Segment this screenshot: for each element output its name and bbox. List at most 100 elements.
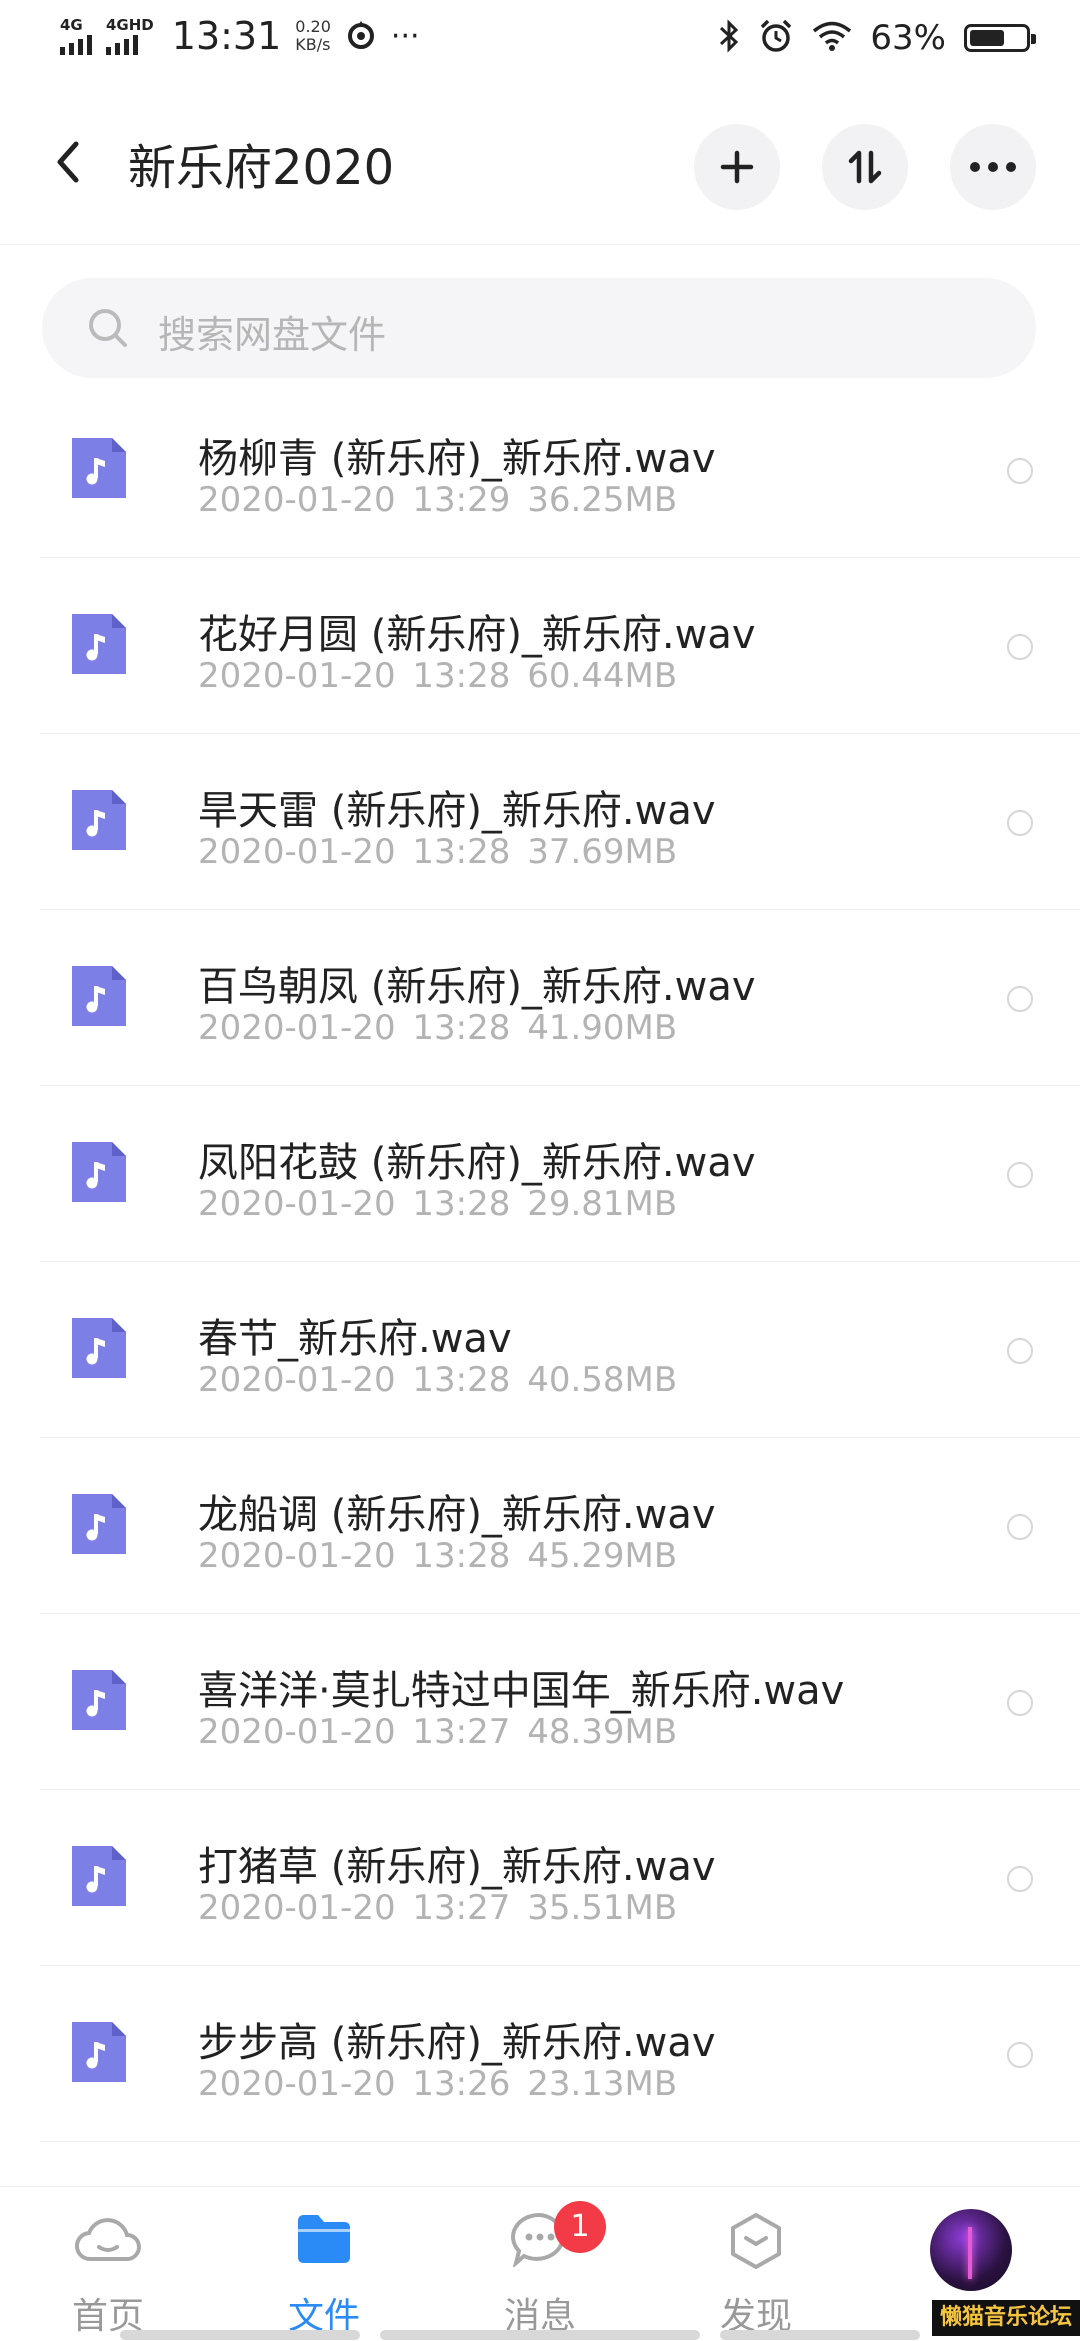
signal-bars-icon xyxy=(106,33,138,55)
file-date: 2020-01-20 xyxy=(198,832,396,872)
add-button[interactable] xyxy=(694,124,780,210)
file-size: 48.39MB xyxy=(527,1712,678,1752)
file-date: 2020-01-20 xyxy=(198,1712,396,1752)
signal-bars-icon xyxy=(60,33,92,55)
file-meta: 2020-01-20 13:28 41.90MB xyxy=(198,1008,677,1048)
select-radio[interactable] xyxy=(1007,458,1033,484)
tab-home[interactable]: 首页 xyxy=(18,2187,198,2341)
music-file-icon xyxy=(72,1318,126,1378)
file-date: 2020-01-20 xyxy=(198,1008,396,1048)
file-row[interactable]: 凤阳花鼓 (新乐府)_新乐府.wav 2020-01-20 13:28 29.81… xyxy=(0,1086,1080,1262)
file-list: 杨柳青 (新乐府)_新乐府.wav 2020-01-20 13:29 36.25M… xyxy=(0,382,1080,2142)
search-input[interactable]: 搜索网盘文件 xyxy=(42,278,1036,378)
file-size: 36.25MB xyxy=(527,480,678,520)
file-name: 花好月圆 (新乐府)_新乐府.wav xyxy=(198,612,756,658)
select-radio[interactable] xyxy=(1007,2042,1033,2068)
select-radio[interactable] xyxy=(1007,634,1033,660)
file-meta: 2020-01-20 13:26 23.13MB xyxy=(198,2064,677,2104)
file-row[interactable]: 花好月圆 (新乐府)_新乐府.wav 2020-01-20 13:28 60.44… xyxy=(0,558,1080,734)
battery-icon xyxy=(964,24,1036,52)
file-date: 2020-01-20 xyxy=(198,1360,396,1400)
chat-bubble-icon: 1 xyxy=(510,2201,606,2271)
file-date: 2020-01-20 xyxy=(198,656,396,696)
file-name: 喜洋洋·莫扎特过中国年_新乐府.wav xyxy=(198,1668,845,1714)
file-time: 13:27 xyxy=(412,1888,511,1928)
file-size: 41.90MB xyxy=(527,1008,678,1048)
unread-badge: 1 xyxy=(554,2201,606,2253)
tab-files[interactable]: 文件 xyxy=(234,2187,414,2341)
back-button[interactable] xyxy=(48,132,98,192)
select-radio[interactable] xyxy=(1007,1338,1033,1364)
signal-sim1: 4G xyxy=(60,15,92,55)
file-row[interactable]: 春节_新乐府.wav 2020-01-20 13:28 40.58MB xyxy=(0,1262,1080,1438)
chevron-left-icon xyxy=(57,141,79,183)
music-file-icon xyxy=(72,966,126,1026)
discover-icon xyxy=(726,2211,786,2275)
file-size: 60.44MB xyxy=(527,656,678,696)
file-name: 打猪草 (新乐府)_新乐府.wav xyxy=(198,1844,716,1890)
select-radio[interactable] xyxy=(1007,1690,1033,1716)
plus-icon xyxy=(720,150,754,184)
bottom-nav: 首页 文件 1 消息 发现 xyxy=(0,2186,1080,2341)
file-meta: 2020-01-20 13:27 35.51MB xyxy=(198,1888,677,1928)
music-file-icon xyxy=(72,438,126,498)
music-file-icon xyxy=(72,1494,126,1554)
app-notification-icon xyxy=(345,18,377,54)
clock: 13:31 xyxy=(171,14,282,58)
tab-messages[interactable]: 1 消息 xyxy=(450,2187,630,2341)
file-time: 13:26 xyxy=(412,2064,511,2104)
watermark: 懒猫音乐论坛 xyxy=(932,2300,1080,2336)
file-date: 2020-01-20 xyxy=(198,480,396,520)
wifi-icon xyxy=(812,20,852,56)
folder-icon xyxy=(294,2211,354,2271)
file-date: 2020-01-20 xyxy=(198,2064,396,2104)
file-row[interactable]: 杨柳青 (新乐府)_新乐府.wav 2020-01-20 13:29 36.25M… xyxy=(0,382,1080,558)
file-size: 37.69MB xyxy=(527,832,678,872)
file-size: 40.58MB xyxy=(527,1360,678,1400)
file-row[interactable]: 旱天雷 (新乐府)_新乐府.wav 2020-01-20 13:28 37.69M… xyxy=(0,734,1080,910)
file-time: 13:28 xyxy=(412,1008,511,1048)
file-meta: 2020-01-20 13:28 45.29MB xyxy=(198,1536,677,1576)
file-size: 45.29MB xyxy=(527,1536,678,1576)
file-meta: 2020-01-20 13:29 36.25MB xyxy=(198,480,677,520)
file-row[interactable]: 喜洋洋·莫扎特过中国年_新乐府.wav 2020-01-20 13:27 48.3… xyxy=(0,1614,1080,1790)
divider xyxy=(40,2141,1080,2142)
search-icon xyxy=(86,306,130,354)
select-radio[interactable] xyxy=(1007,810,1033,836)
select-radio[interactable] xyxy=(1007,1162,1033,1188)
file-size: 35.51MB xyxy=(527,1888,678,1928)
file-name: 旱天雷 (新乐府)_新乐府.wav xyxy=(198,788,716,834)
file-row[interactable]: 百鸟朝凤 (新乐府)_新乐府.wav 2020-01-20 13:28 41.90… xyxy=(0,910,1080,1086)
file-meta: 2020-01-20 13:28 37.69MB xyxy=(198,832,677,872)
file-row[interactable]: 步步高 (新乐府)_新乐府.wav 2020-01-20 13:26 23.13M… xyxy=(0,1966,1080,2142)
tab-discover[interactable]: 发现 xyxy=(666,2187,846,2341)
select-radio[interactable] xyxy=(1007,1866,1033,1892)
avatar[interactable] xyxy=(930,2209,1012,2291)
select-radio[interactable] xyxy=(1007,986,1033,1012)
speed-value: 0.20 xyxy=(295,17,331,36)
file-row[interactable]: 龙船调 (新乐府)_新乐府.wav 2020-01-20 13:28 45.29M… xyxy=(0,1438,1080,1614)
file-row[interactable]: 打猪草 (新乐府)_新乐府.wav 2020-01-20 13:27 35.51M… xyxy=(0,1790,1080,1966)
status-bar: 4G 4GHD 13:31 0.20 KB/s ··· 63% xyxy=(0,0,1080,84)
sim1-label: 4G xyxy=(60,15,83,34)
file-time: 13:28 xyxy=(412,656,511,696)
music-file-icon xyxy=(72,1142,126,1202)
music-file-icon xyxy=(72,2022,126,2082)
gesture-bar xyxy=(120,2330,360,2340)
file-name: 凤阳花鼓 (新乐府)_新乐府.wav xyxy=(198,1140,756,1186)
select-radio[interactable] xyxy=(1007,1514,1033,1540)
file-name: 杨柳青 (新乐府)_新乐府.wav xyxy=(198,436,716,482)
title-bar: 新乐府2020 xyxy=(0,84,1080,245)
more-notifications: ··· xyxy=(390,18,420,54)
speed-unit: KB/s xyxy=(295,35,331,54)
file-meta: 2020-01-20 13:28 60.44MB xyxy=(198,656,677,696)
file-date: 2020-01-20 xyxy=(198,1888,396,1928)
sort-button[interactable] xyxy=(822,124,908,210)
sim2-label: 4GHD xyxy=(106,15,154,34)
bluetooth-icon xyxy=(718,18,740,58)
battery-percent: 63% xyxy=(870,18,946,58)
music-file-icon xyxy=(72,790,126,850)
file-time: 13:28 xyxy=(412,1360,511,1400)
more-button[interactable] xyxy=(950,124,1036,210)
file-time: 13:28 xyxy=(412,1184,511,1224)
